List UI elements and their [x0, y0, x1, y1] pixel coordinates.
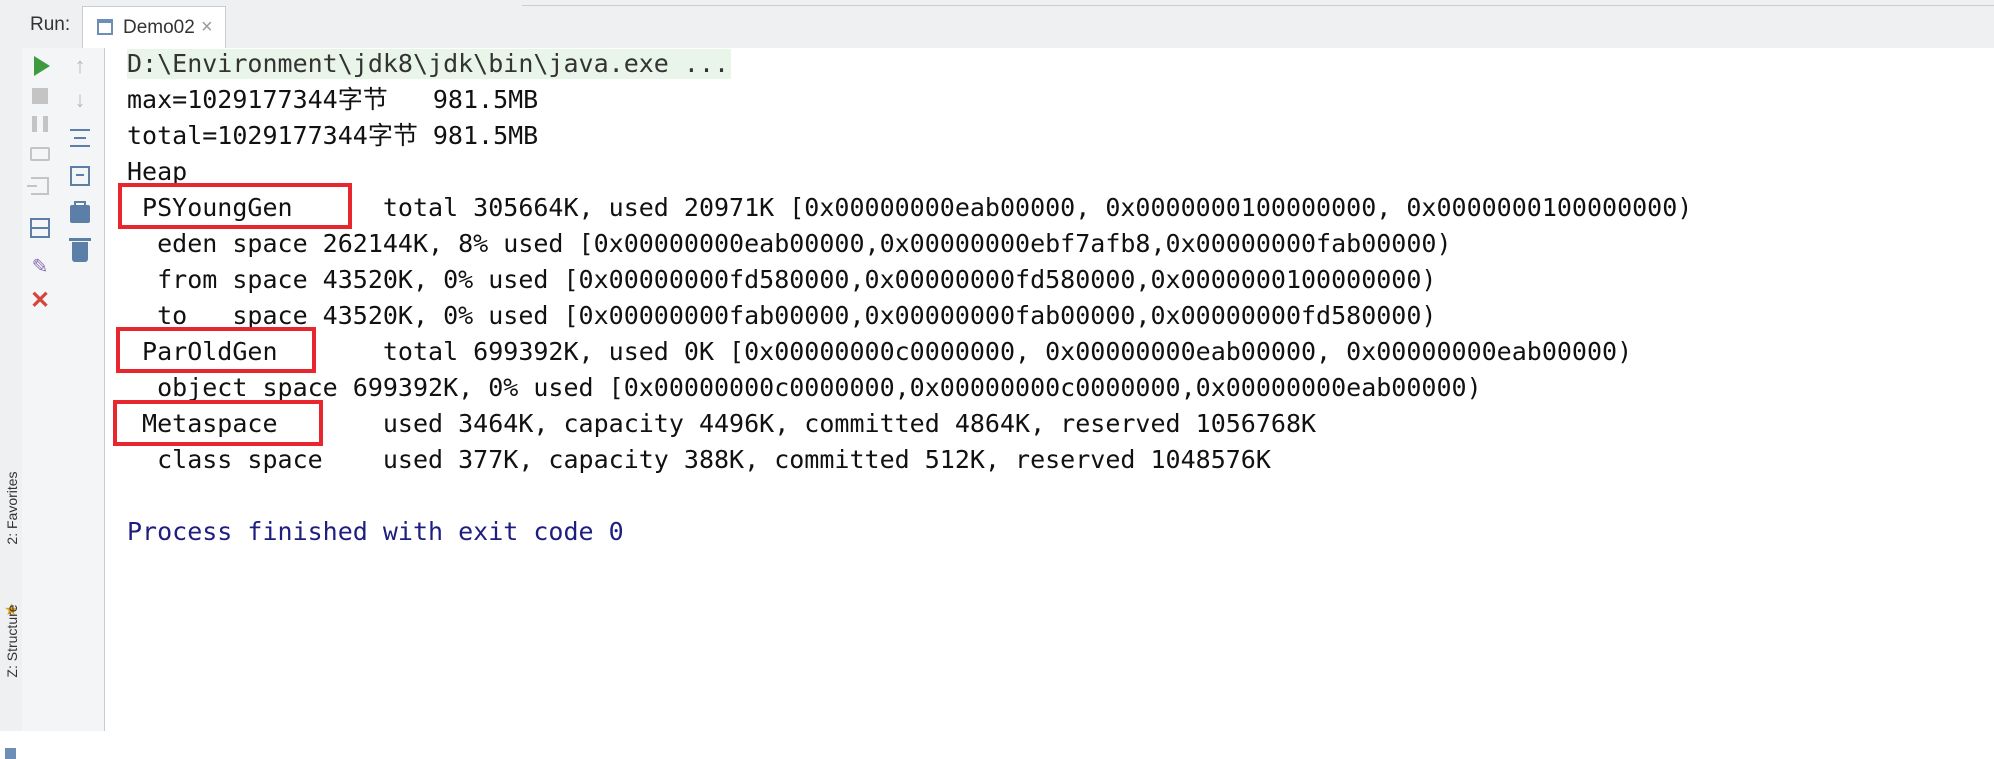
- tab-close-icon[interactable]: ×: [201, 16, 213, 39]
- console-line: total=1029177344字节 981.5MB: [127, 121, 539, 150]
- tab-demo02[interactable]: Demo02 ×: [82, 6, 226, 48]
- stop-icon: [32, 88, 48, 104]
- favorites-tab[interactable]: 2: Favorites: [4, 458, 20, 558]
- side-tool-strip: ★ 2: Favorites Z: Structure: [0, 48, 23, 759]
- next-occurrence-button[interactable]: ↓: [68, 87, 92, 112]
- console-actions-column: ↑ ↓: [58, 48, 105, 731]
- arrow-up-icon: ↑: [74, 53, 86, 78]
- console-line: max=1029177344字节 981.5MB: [127, 85, 539, 114]
- highlight-metaspace: [113, 400, 323, 446]
- arrow-down-icon: ↓: [74, 87, 86, 112]
- print-button[interactable]: [68, 201, 92, 226]
- structure-icon: [5, 748, 16, 759]
- console-line: PSYoungGen total 305664K, used 20971K [0…: [127, 193, 1693, 222]
- layout-icon: [30, 218, 50, 238]
- structure-tab[interactable]: Z: Structure: [4, 591, 20, 691]
- soft-wrap-button[interactable]: [68, 126, 92, 150]
- pause-button[interactable]: [28, 112, 52, 136]
- run-actions-column: ✎ ✕: [22, 48, 58, 731]
- pin-icon: ✎: [31, 255, 49, 278]
- restore-layout-button[interactable]: [28, 216, 52, 240]
- close-run-button[interactable]: ✕: [28, 286, 52, 314]
- console-line: to space 43520K, 0% used [0x00000000fab0…: [127, 301, 1437, 330]
- trash-icon: [69, 238, 91, 262]
- process-finished-line: Process finished with exit code 0: [127, 517, 624, 546]
- console-line: eden space 262144K, 8% used [0x00000000e…: [127, 229, 1452, 258]
- exit-button[interactable]: [27, 174, 52, 198]
- highlight-psyounggen: [118, 183, 352, 229]
- application-icon: [97, 19, 113, 35]
- clear-all-button[interactable]: [68, 238, 92, 264]
- run-toolbar: Run: Demo02 ×: [0, 0, 1994, 49]
- rerun-button[interactable]: [30, 54, 54, 78]
- console-line: class space used 377K, capacity 388K, co…: [127, 445, 1271, 474]
- run-label: Run:: [30, 14, 71, 35]
- tab-label: Demo02: [123, 17, 195, 38]
- scroll-to-end-icon: [70, 166, 90, 186]
- highlight-paroldgen: [116, 327, 316, 373]
- soft-wrap-icon: [70, 129, 90, 147]
- scroll-to-end-button[interactable]: [68, 164, 92, 188]
- play-icon: [34, 56, 50, 76]
- console-line: from space 43520K, 0% used [0x00000000fd…: [127, 265, 1437, 294]
- console-line: ParOldGen total 699392K, used 0K [0x0000…: [127, 337, 1633, 366]
- stop-button[interactable]: [28, 84, 52, 108]
- dump-threads-button[interactable]: [28, 142, 52, 166]
- console-output[interactable]: D:\Environment\jdk8\jdk\bin\java.exe ...…: [105, 48, 1994, 731]
- exit-icon: [27, 177, 49, 195]
- command-line: D:\Environment\jdk8\jdk\bin\java.exe ...: [127, 49, 732, 79]
- print-icon: [70, 201, 90, 223]
- previous-occurrence-button[interactable]: ↑: [68, 53, 92, 78]
- pin-tab-button[interactable]: ✎: [28, 254, 52, 278]
- close-icon: ✕: [29, 286, 51, 314]
- divider: [522, 0, 1994, 6]
- console-line: object space 699392K, 0% used [0x0000000…: [127, 373, 1482, 402]
- camera-icon: [30, 147, 50, 161]
- pause-icon: [32, 116, 48, 132]
